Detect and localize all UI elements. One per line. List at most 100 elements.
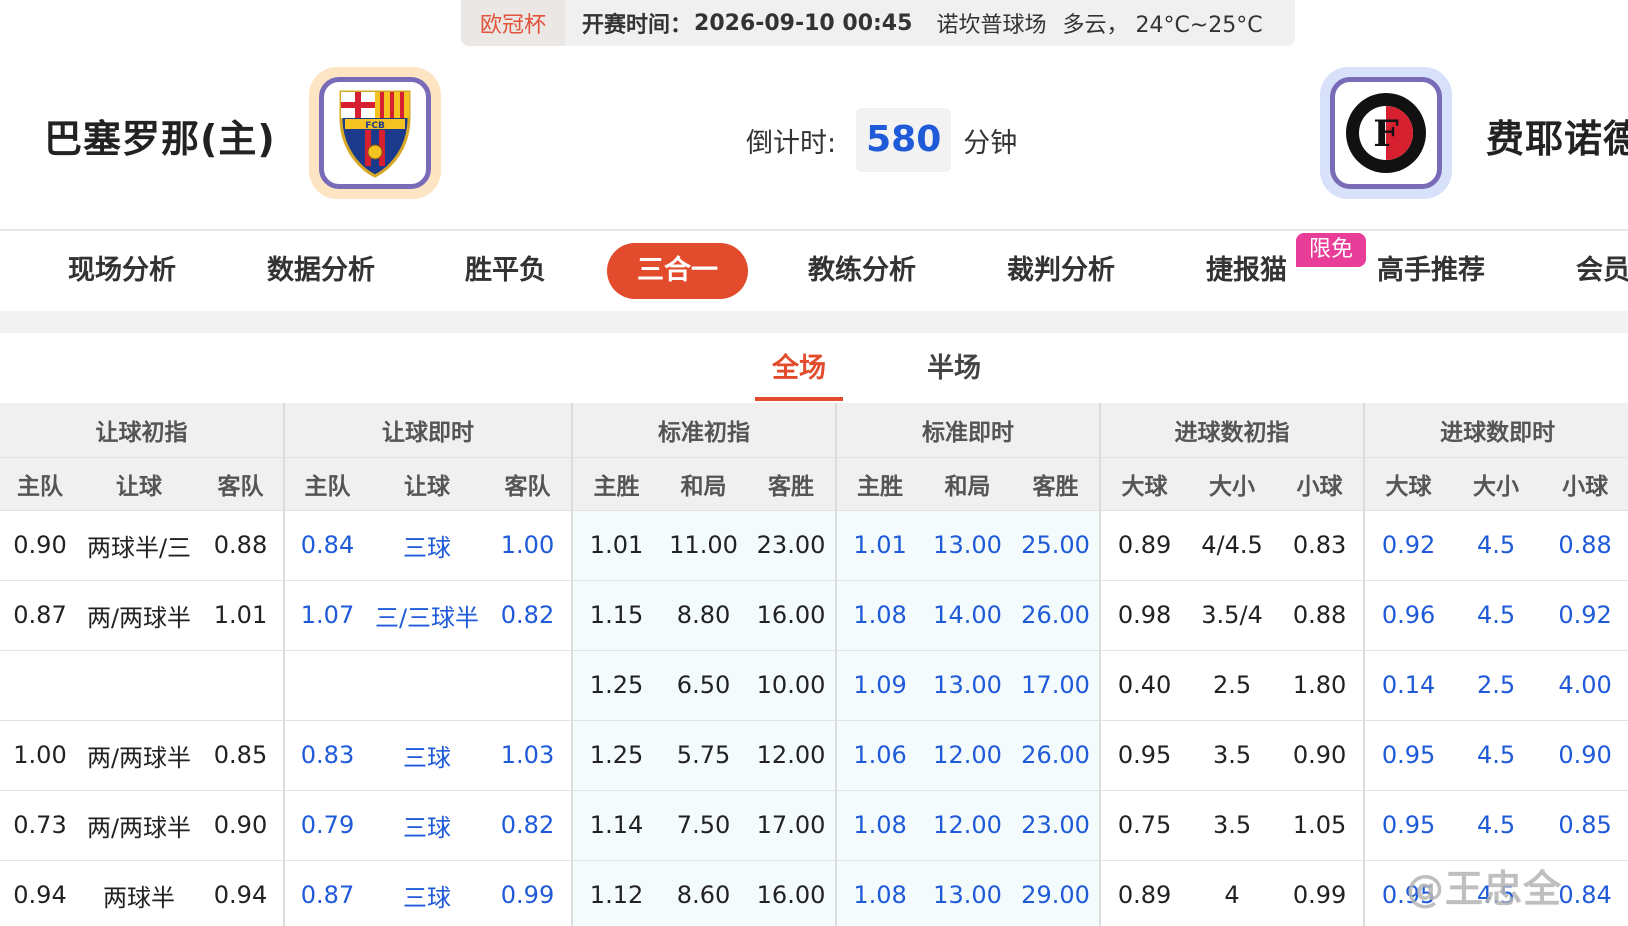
table-row[interactable]: 1.00 两/两球半 0.85 0.83 三球 1.03 1.25 5.75 12.00 1.06…: [0, 720, 1628, 791]
odds-cell: 0.85: [1540, 790, 1628, 861]
odds-cell: [284, 650, 370, 721]
subtab-full-match[interactable]: 全场: [755, 346, 843, 385]
home-team-name[interactable]: 巴塞罗那(主): [44, 108, 276, 163]
away-team-logo[interactable]: F: [1320, 67, 1452, 199]
odds-cell: 两球半: [80, 860, 198, 926]
odds-cell: [0, 650, 80, 721]
table-row[interactable]: 0.73 两/两球半 0.90 0.79 三球 0.82 1.14 7.50 17.00 1.08…: [0, 790, 1628, 861]
group-standard-open: 标准初指: [572, 403, 838, 458]
column-header: 大小: [1452, 457, 1541, 511]
svg-text:FCB: FCB: [365, 121, 385, 131]
subtab-half-time[interactable]: 半场: [910, 346, 998, 385]
column-header: 客胜: [747, 457, 838, 511]
odds-cell: 两/两球半: [80, 720, 198, 791]
odds-cell: 1.25: [572, 650, 661, 721]
subtab-active-indicator: [755, 397, 843, 401]
odds-cell: 12.00: [747, 720, 838, 791]
kickoff-label: 开赛时间：: [582, 13, 693, 38]
odds-cell: 25.00: [1012, 510, 1102, 581]
odds-cell: 0.73: [0, 790, 80, 861]
odds-cell: 1.14: [572, 790, 661, 861]
odds-cell: 1.05: [1276, 790, 1366, 861]
odds-cell: 10.00: [747, 650, 838, 721]
table-row[interactable]: 0.87 两/两球半 1.01 1.07 三/三球半 0.82 1.15 8.80 16.00 1…: [0, 580, 1628, 651]
odds-cell: 0.83: [284, 720, 370, 791]
tab-jiebaomao[interactable]: 捷报猫: [1206, 243, 1287, 299]
weibo-watermark: @王忠全: [1406, 867, 1563, 911]
tab-member[interactable]: 会员: [1576, 243, 1628, 299]
odds-cell: 0.87: [284, 860, 370, 926]
odds-cell: 8.60: [660, 860, 748, 926]
odds-cell: 1.09: [836, 650, 924, 721]
odds-cell: 26.00: [1012, 580, 1102, 651]
odds-cell: 0.84: [284, 510, 370, 581]
odds-cell: 13.00: [923, 650, 1013, 721]
odds-cell: 13.00: [923, 510, 1013, 581]
away-team-name[interactable]: 费耶诺德: [1486, 108, 1628, 163]
odds-cell: 0.82: [484, 580, 574, 651]
tab-referee-analysis[interactable]: 裁判分析: [1007, 243, 1115, 299]
tab-win-draw-lose[interactable]: 胜平负: [465, 243, 546, 299]
odds-cell: 4.00: [1540, 650, 1628, 721]
odds-cell: 0.99: [484, 860, 574, 926]
table-row[interactable]: 1.25 6.50 10.00 1.09 13.00 17.00 0.40 2.5 1.80 0.…: [0, 650, 1628, 721]
odds-cell: 三球: [370, 790, 484, 861]
odds-cell: 3.5: [1188, 720, 1277, 791]
odds-cell: 0.99: [1276, 860, 1366, 926]
odds-cell: 0.90: [1540, 720, 1628, 791]
table-row[interactable]: 0.94 两球半 0.94 0.87 三球 0.99 1.12 8.60 16.00 1.08 13…: [0, 860, 1628, 926]
tab-data-analysis[interactable]: 数据分析: [267, 243, 375, 299]
odds-cell: 0.94: [198, 860, 285, 926]
free-badge: 限免: [1296, 233, 1366, 267]
odds-cell: 4.5: [1452, 720, 1541, 791]
kickoff-time: 2026-09-10 00:45: [694, 10, 913, 36]
column-header: 小球: [1540, 457, 1628, 511]
odds-cell: 三球: [370, 510, 484, 581]
tab-three-in-one[interactable]: 三合一: [607, 243, 748, 299]
countdown-label: 倒计时:: [746, 127, 837, 159]
odds-cell: 1.08: [836, 790, 924, 861]
odds-cell: 0.85: [198, 720, 285, 791]
odds-cell: 0.87: [0, 580, 80, 651]
odds-cell: 0.79: [284, 790, 370, 861]
odds-cell: 0.75: [1100, 790, 1189, 861]
odds-cell: 2.5: [1188, 650, 1277, 721]
odds-cell: 1.07: [284, 580, 370, 651]
odds-cell: 26.00: [1012, 720, 1102, 791]
odds-table-body: 0.90 两球半/三 0.88 0.84 三球 1.00 1.01 11.00 23.00 1.0…: [0, 510, 1628, 926]
odds-cell: 1.25: [572, 720, 661, 791]
league-label[interactable]: 欧冠杯: [461, 0, 565, 46]
column-header: 和局: [660, 457, 748, 511]
countdown: 倒计时: 580 分钟: [746, 108, 1017, 172]
home-team-logo[interactable]: FCB: [309, 67, 441, 199]
odds-cell: 1.15: [572, 580, 661, 651]
odds-cell: 1.03: [484, 720, 574, 791]
odds-cell: 三/三球半: [370, 580, 484, 651]
tab-live-analysis[interactable]: 现场分析: [68, 243, 176, 299]
analysis-nav: 现场分析 数据分析 胜平负 三合一 教练分析 裁判分析 捷报猫 高手推荐 会员: [0, 231, 1628, 311]
odds-cell: 0.95: [1364, 720, 1453, 791]
odds-cell: 0.95: [1364, 790, 1453, 861]
odds-cell: 0.83: [1276, 510, 1366, 581]
tab-expert-picks[interactable]: 高手推荐: [1377, 243, 1485, 299]
odds-cell: 8.80: [660, 580, 748, 651]
column-header: 让球: [370, 457, 484, 511]
odds-cell: 7.50: [660, 790, 748, 861]
odds-cell: 4/4.5: [1188, 510, 1277, 581]
odds-cell: 1.01: [572, 510, 661, 581]
odds-cell: 0.95: [1100, 720, 1189, 791]
table-group-header: 让球初指 让球即时 标准初指 标准即时 进球数初指 进球数即时: [0, 403, 1628, 458]
table-row[interactable]: 0.90 两球半/三 0.88 0.84 三球 1.00 1.01 11.00 23.00 1.0…: [0, 510, 1628, 581]
odds-cell: 0.14: [1364, 650, 1453, 721]
odds-cell: 5.75: [660, 720, 748, 791]
odds-cell: 1.00: [0, 720, 80, 791]
weather: 多云， 24°C~25°C: [1062, 13, 1263, 38]
odds-cell: 1.00: [484, 510, 574, 581]
odds-table: 让球初指 让球即时 标准初指 标准即时 进球数初指 进球数即时 主队 让球 客队 主队…: [0, 403, 1628, 926]
odds-cell: 12.00: [923, 790, 1013, 861]
odds-cell: 0.88: [198, 510, 285, 581]
tab-coach-analysis[interactable]: 教练分析: [808, 243, 916, 299]
odds-cell: 17.00: [747, 790, 838, 861]
odds-cell: 两球半/三: [80, 510, 198, 581]
odds-cell: 0.94: [0, 860, 80, 926]
